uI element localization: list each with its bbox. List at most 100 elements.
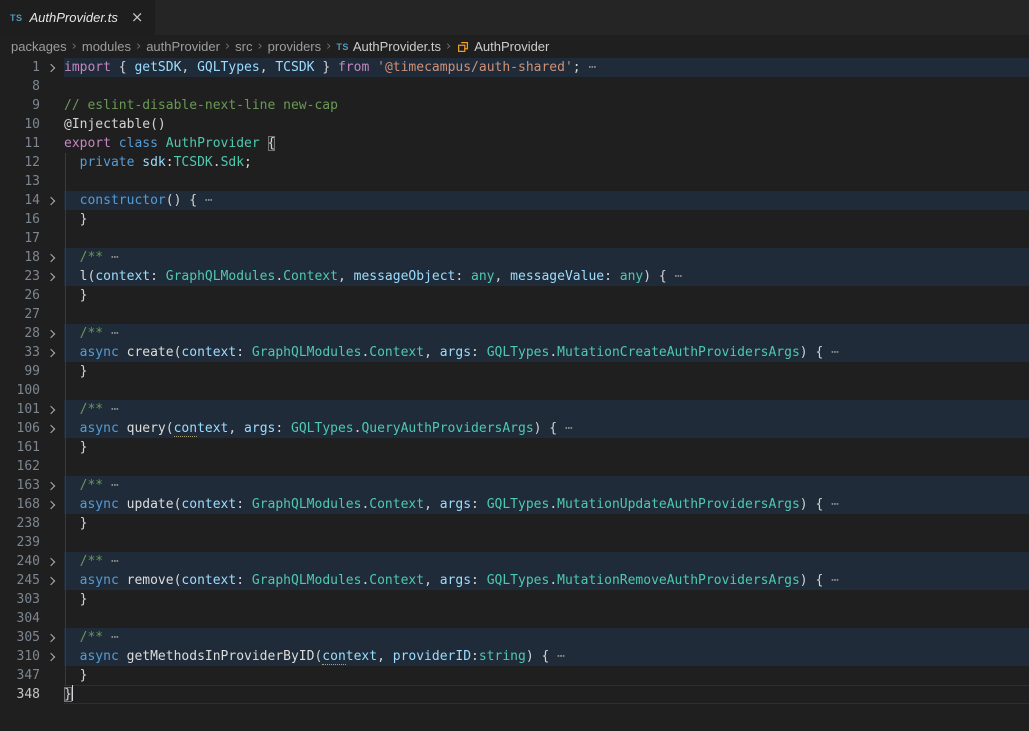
code-token xyxy=(369,60,377,75)
code-line[interactable]: } xyxy=(64,210,1029,229)
fold-chevron-icon[interactable] xyxy=(40,58,64,77)
code-line[interactable] xyxy=(64,172,1029,191)
code-line[interactable]: async getMethodsInProviderByID(context, … xyxy=(64,647,1029,666)
code-token: : xyxy=(166,155,174,170)
fold-spacer xyxy=(40,172,64,191)
breadcrumb-item-providers[interactable]: providers xyxy=(268,39,321,54)
code-line[interactable]: } xyxy=(64,514,1029,533)
indent-guide xyxy=(65,210,66,229)
breadcrumb-item-authprovider[interactable]: AuthProvider xyxy=(456,39,549,54)
fold-spacer xyxy=(40,153,64,172)
fold-chevron-icon[interactable] xyxy=(40,419,64,438)
indent-guide xyxy=(65,343,66,362)
code-line[interactable]: async query(context, args: GQLTypes.Quer… xyxy=(64,419,1029,438)
code-line[interactable]: l(context: GraphQLModules.Context, messa… xyxy=(64,267,1029,286)
code-line[interactable]: /** ⋯ xyxy=(64,248,1029,267)
code-token: export xyxy=(64,136,111,151)
code-line[interactable] xyxy=(64,381,1029,400)
editor-line-row: 1 import { getSDK, GQLTypes, TCSDK } from… xyxy=(0,58,1029,77)
chevron-right-glyph xyxy=(47,500,55,508)
indent-guide xyxy=(65,552,66,571)
code-line[interactable]: } xyxy=(64,362,1029,381)
indent-guide xyxy=(65,400,66,419)
code-line[interactable] xyxy=(64,533,1029,552)
fold-chevron-icon[interactable] xyxy=(40,647,64,666)
editor-line-row: 245 async remove(context: GraphQLModules… xyxy=(0,571,1029,590)
fold-chevron-icon[interactable] xyxy=(40,248,64,267)
code-line[interactable]: /** ⋯ xyxy=(64,324,1029,343)
code-line[interactable]: } xyxy=(64,685,1029,704)
code-line[interactable]: } xyxy=(64,590,1029,609)
fold-chevron-icon[interactable] xyxy=(40,628,64,647)
code-line[interactable]: /** ⋯ xyxy=(64,400,1029,419)
fold-chevron-icon[interactable] xyxy=(40,400,64,419)
code-line[interactable]: } xyxy=(64,666,1029,685)
code-line[interactable]: } xyxy=(64,286,1029,305)
code-line[interactable] xyxy=(64,305,1029,324)
code-token: : xyxy=(604,269,620,284)
chevron-right-glyph xyxy=(47,481,55,489)
indent-guide xyxy=(65,305,66,324)
code-token: /** xyxy=(80,402,111,417)
code-line[interactable]: export class AuthProvider { xyxy=(64,134,1029,153)
close-icon[interactable]: × xyxy=(131,10,144,25)
fold-chevron-icon[interactable] xyxy=(40,552,64,571)
line-number: 1 xyxy=(0,58,40,77)
breadcrumb-item-src[interactable]: src xyxy=(235,39,252,54)
editor-line-row: 99 } xyxy=(0,362,1029,381)
line-gutter: 26 xyxy=(0,286,64,305)
line-gutter: 168 xyxy=(0,495,64,514)
code-token: ) { xyxy=(526,649,557,664)
fold-chevron-icon[interactable] xyxy=(40,343,64,362)
editor-line-row: 11export class AuthProvider { xyxy=(0,134,1029,153)
code-token: : xyxy=(471,345,487,360)
line-number: 33 xyxy=(0,343,40,362)
code-token xyxy=(64,193,80,208)
code-token: ⋯ xyxy=(557,649,565,664)
code-token: QueryAuthProvidersArgs xyxy=(361,421,533,436)
code-token: : xyxy=(471,573,487,588)
breadcrumb-item-packages[interactable]: packages xyxy=(11,39,67,54)
fold-chevron-icon[interactable] xyxy=(40,571,64,590)
fold-chevron-icon[interactable] xyxy=(40,191,64,210)
code-token: ⋯ xyxy=(675,269,683,284)
code-line[interactable]: @Injectable() xyxy=(64,115,1029,134)
code-line[interactable]: /** ⋯ xyxy=(64,628,1029,647)
code-line[interactable]: } xyxy=(64,438,1029,457)
code-line[interactable]: // eslint-disable-next-line new-cap xyxy=(64,96,1029,115)
fold-chevron-icon[interactable] xyxy=(40,476,64,495)
code-token: messageValue xyxy=(510,269,604,284)
code-token: ⋯ xyxy=(111,326,119,341)
code-line[interactable]: constructor() { ⋯ xyxy=(64,191,1029,210)
code-line[interactable]: async create(context: GraphQLModules.Con… xyxy=(64,343,1029,362)
code-line[interactable] xyxy=(64,229,1029,248)
code-line[interactable]: import { getSDK, GQLTypes, TCSDK } from … xyxy=(64,58,1029,77)
line-gutter: 8 xyxy=(0,77,64,96)
code-token: /** xyxy=(80,478,111,493)
breadcrumb-item-authprovider[interactable]: authProvider xyxy=(146,39,220,54)
line-number: 14 xyxy=(0,191,40,210)
code-line[interactable]: async update(context: GraphQLModules.Con… xyxy=(64,495,1029,514)
code-token xyxy=(64,497,80,512)
code-token xyxy=(64,155,80,170)
code-line[interactable]: private sdk:TCSDK.Sdk; xyxy=(64,153,1029,172)
line-gutter: 99 xyxy=(0,362,64,381)
fold-spacer xyxy=(40,609,64,628)
tab-authprovider[interactable]: TS AuthProvider.ts × xyxy=(0,0,155,35)
line-gutter: 33 xyxy=(0,343,64,362)
code-line[interactable] xyxy=(64,457,1029,476)
code-line[interactable]: async remove(context: GraphQLModules.Con… xyxy=(64,571,1029,590)
code-line[interactable] xyxy=(64,77,1029,96)
breadcrumb-item-modules[interactable]: modules xyxy=(82,39,131,54)
code-line[interactable]: /** ⋯ xyxy=(64,552,1029,571)
line-number: 8 xyxy=(0,77,40,96)
fold-chevron-icon[interactable] xyxy=(40,324,64,343)
code-token xyxy=(64,649,80,664)
breadcrumb-item-authprovider-ts[interactable]: TSAuthProvider.ts xyxy=(336,39,441,54)
code-line[interactable] xyxy=(64,609,1029,628)
tab-title: AuthProvider.ts xyxy=(30,10,118,25)
fold-chevron-icon[interactable] xyxy=(40,267,64,286)
fold-chevron-icon[interactable] xyxy=(40,495,64,514)
code-line[interactable]: /** ⋯ xyxy=(64,476,1029,495)
code-token xyxy=(64,250,80,265)
